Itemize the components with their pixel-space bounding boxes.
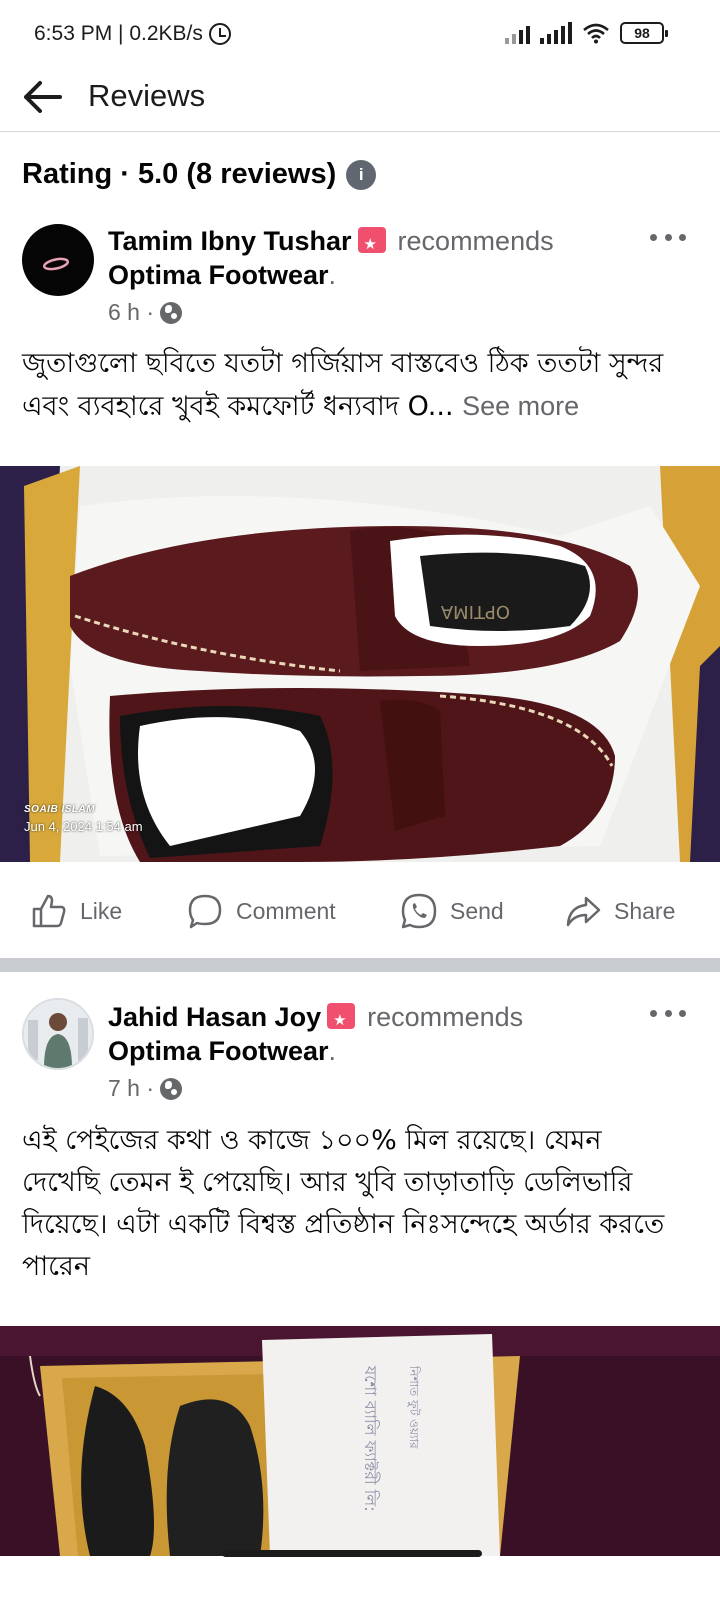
svg-text:যশো ব্যালি ফ্যাক্টরী লি:: যশো ব্যালি ফ্যাক্টরী লি:: [361, 1365, 380, 1512]
avatar-image: [24, 1000, 92, 1068]
author-name[interactable]: Jahid Hasan Joy: [108, 1002, 321, 1032]
page-name-line: Optima Footwear.: [108, 1036, 337, 1066]
watermark-date: Jun 4, 2024 1:54 am: [24, 819, 143, 834]
like-label: Like: [80, 897, 123, 924]
review-text: এই পেইজের কথা ও কাজে ১০০% মিল রয়েছে। যে…: [22, 1120, 682, 1288]
page-name-line: Optima Footwear.: [108, 260, 337, 290]
avatar-image: [42, 257, 70, 271]
page-name-link[interactable]: Optima Footwear: [108, 260, 329, 290]
svg-text:OPTIMA: OPTIMA: [440, 601, 510, 622]
status-bar: 6:53 PM | 0.2KB/s 98: [0, 0, 720, 64]
recommends-label: recommends: [367, 1002, 524, 1032]
globe-icon: [160, 1077, 183, 1100]
avatar[interactable]: [22, 224, 94, 296]
page-name-link[interactable]: Optima Footwear: [108, 1036, 329, 1066]
post-time[interactable]: 7 h ·: [108, 1075, 154, 1102]
recommends-label: recommends: [397, 226, 554, 256]
back-arrow-icon[interactable]: [20, 74, 66, 120]
signal-icon: [505, 22, 530, 44]
post-meta: 7 h ·: [108, 1075, 183, 1102]
globe-icon: [160, 301, 183, 324]
post-meta: 6 h ·: [108, 299, 183, 326]
whatsapp-icon: [401, 893, 437, 929]
share-icon: [566, 896, 601, 927]
signal-icon: [540, 22, 572, 44]
review-author-line: Tamim Ibny Tushar recommends: [108, 224, 554, 262]
photo-watermark: SOAIB ISLAM Jun 4, 2024 1:54 am: [24, 801, 143, 835]
rating-label: Rating · 5.0 (8 reviews): [22, 158, 337, 190]
alarm-icon: [208, 23, 231, 45]
send-label: Send: [450, 897, 504, 924]
review-text-content: এই পেইজের কথা ও কাজে ১০০% মিল রয়েছে। যে…: [22, 1125, 665, 1282]
share-label: Share: [614, 897, 676, 924]
like-button[interactable]: Like: [30, 892, 122, 930]
review-photo[interactable]: যশো ব্যালি ফ্যাক্টরী লি: নিশাত ফুট ওয়্য…: [0, 1326, 720, 1556]
status-time-text: 6:53 PM | 0.2KB/s: [34, 22, 203, 45]
post-action-bar: Like Comment Send Share: [0, 884, 720, 944]
comment-label: Comment: [236, 897, 336, 924]
wifi-icon: [583, 23, 609, 44]
avatar[interactable]: [22, 998, 94, 1070]
battery-level: 98: [634, 25, 650, 41]
home-indicator[interactable]: [222, 1550, 482, 1557]
info-icon[interactable]: i: [346, 159, 377, 190]
share-button[interactable]: Share: [564, 892, 675, 930]
review-author-line: Jahid Hasan Joy recommends: [108, 1000, 524, 1038]
see-more-link[interactable]: See more: [462, 391, 579, 421]
section-divider: [0, 958, 720, 972]
more-options-button[interactable]: [650, 230, 686, 244]
review-photo[interactable]: OPTIMA SOAIB ISLAM Jun 4, 2024 1:54 am: [0, 466, 720, 862]
app-bar: Reviews: [0, 64, 720, 132]
author-name[interactable]: Tamim Ibny Tushar: [108, 226, 352, 256]
status-time: 6:53 PM | 0.2KB/s: [34, 22, 231, 46]
send-button[interactable]: Send: [400, 892, 504, 930]
page-title: Reviews: [88, 78, 206, 113]
thumbs-up-icon: [32, 894, 66, 928]
comment-button[interactable]: Comment: [186, 892, 336, 930]
battery-icon: 98: [620, 22, 668, 44]
svg-text:নিশাত ফুট ওয়্যার: নিশাত ফুট ওয়্যার: [406, 1365, 421, 1449]
rating-summary: Rating · 5.0 (8 reviews) i: [22, 158, 377, 191]
review-text: জুতাগুলো ছবিতে যতটা গর্জিয়াস বাস্তবেও ঠ…: [22, 343, 702, 428]
status-icons: 98: [505, 22, 668, 44]
post-time[interactable]: 6 h ·: [108, 299, 154, 326]
more-options-button[interactable]: [650, 1006, 686, 1020]
recommend-badge-icon: [357, 227, 386, 262]
comment-icon: [188, 894, 222, 929]
shoe-box-photo-illustration: যশো ব্যালি ফ্যাক্টরী লি: নিশাত ফুট ওয়্য…: [0, 1326, 720, 1556]
watermark-name: SOAIB ISLAM: [24, 804, 96, 815]
recommend-badge-icon: [327, 1003, 356, 1038]
